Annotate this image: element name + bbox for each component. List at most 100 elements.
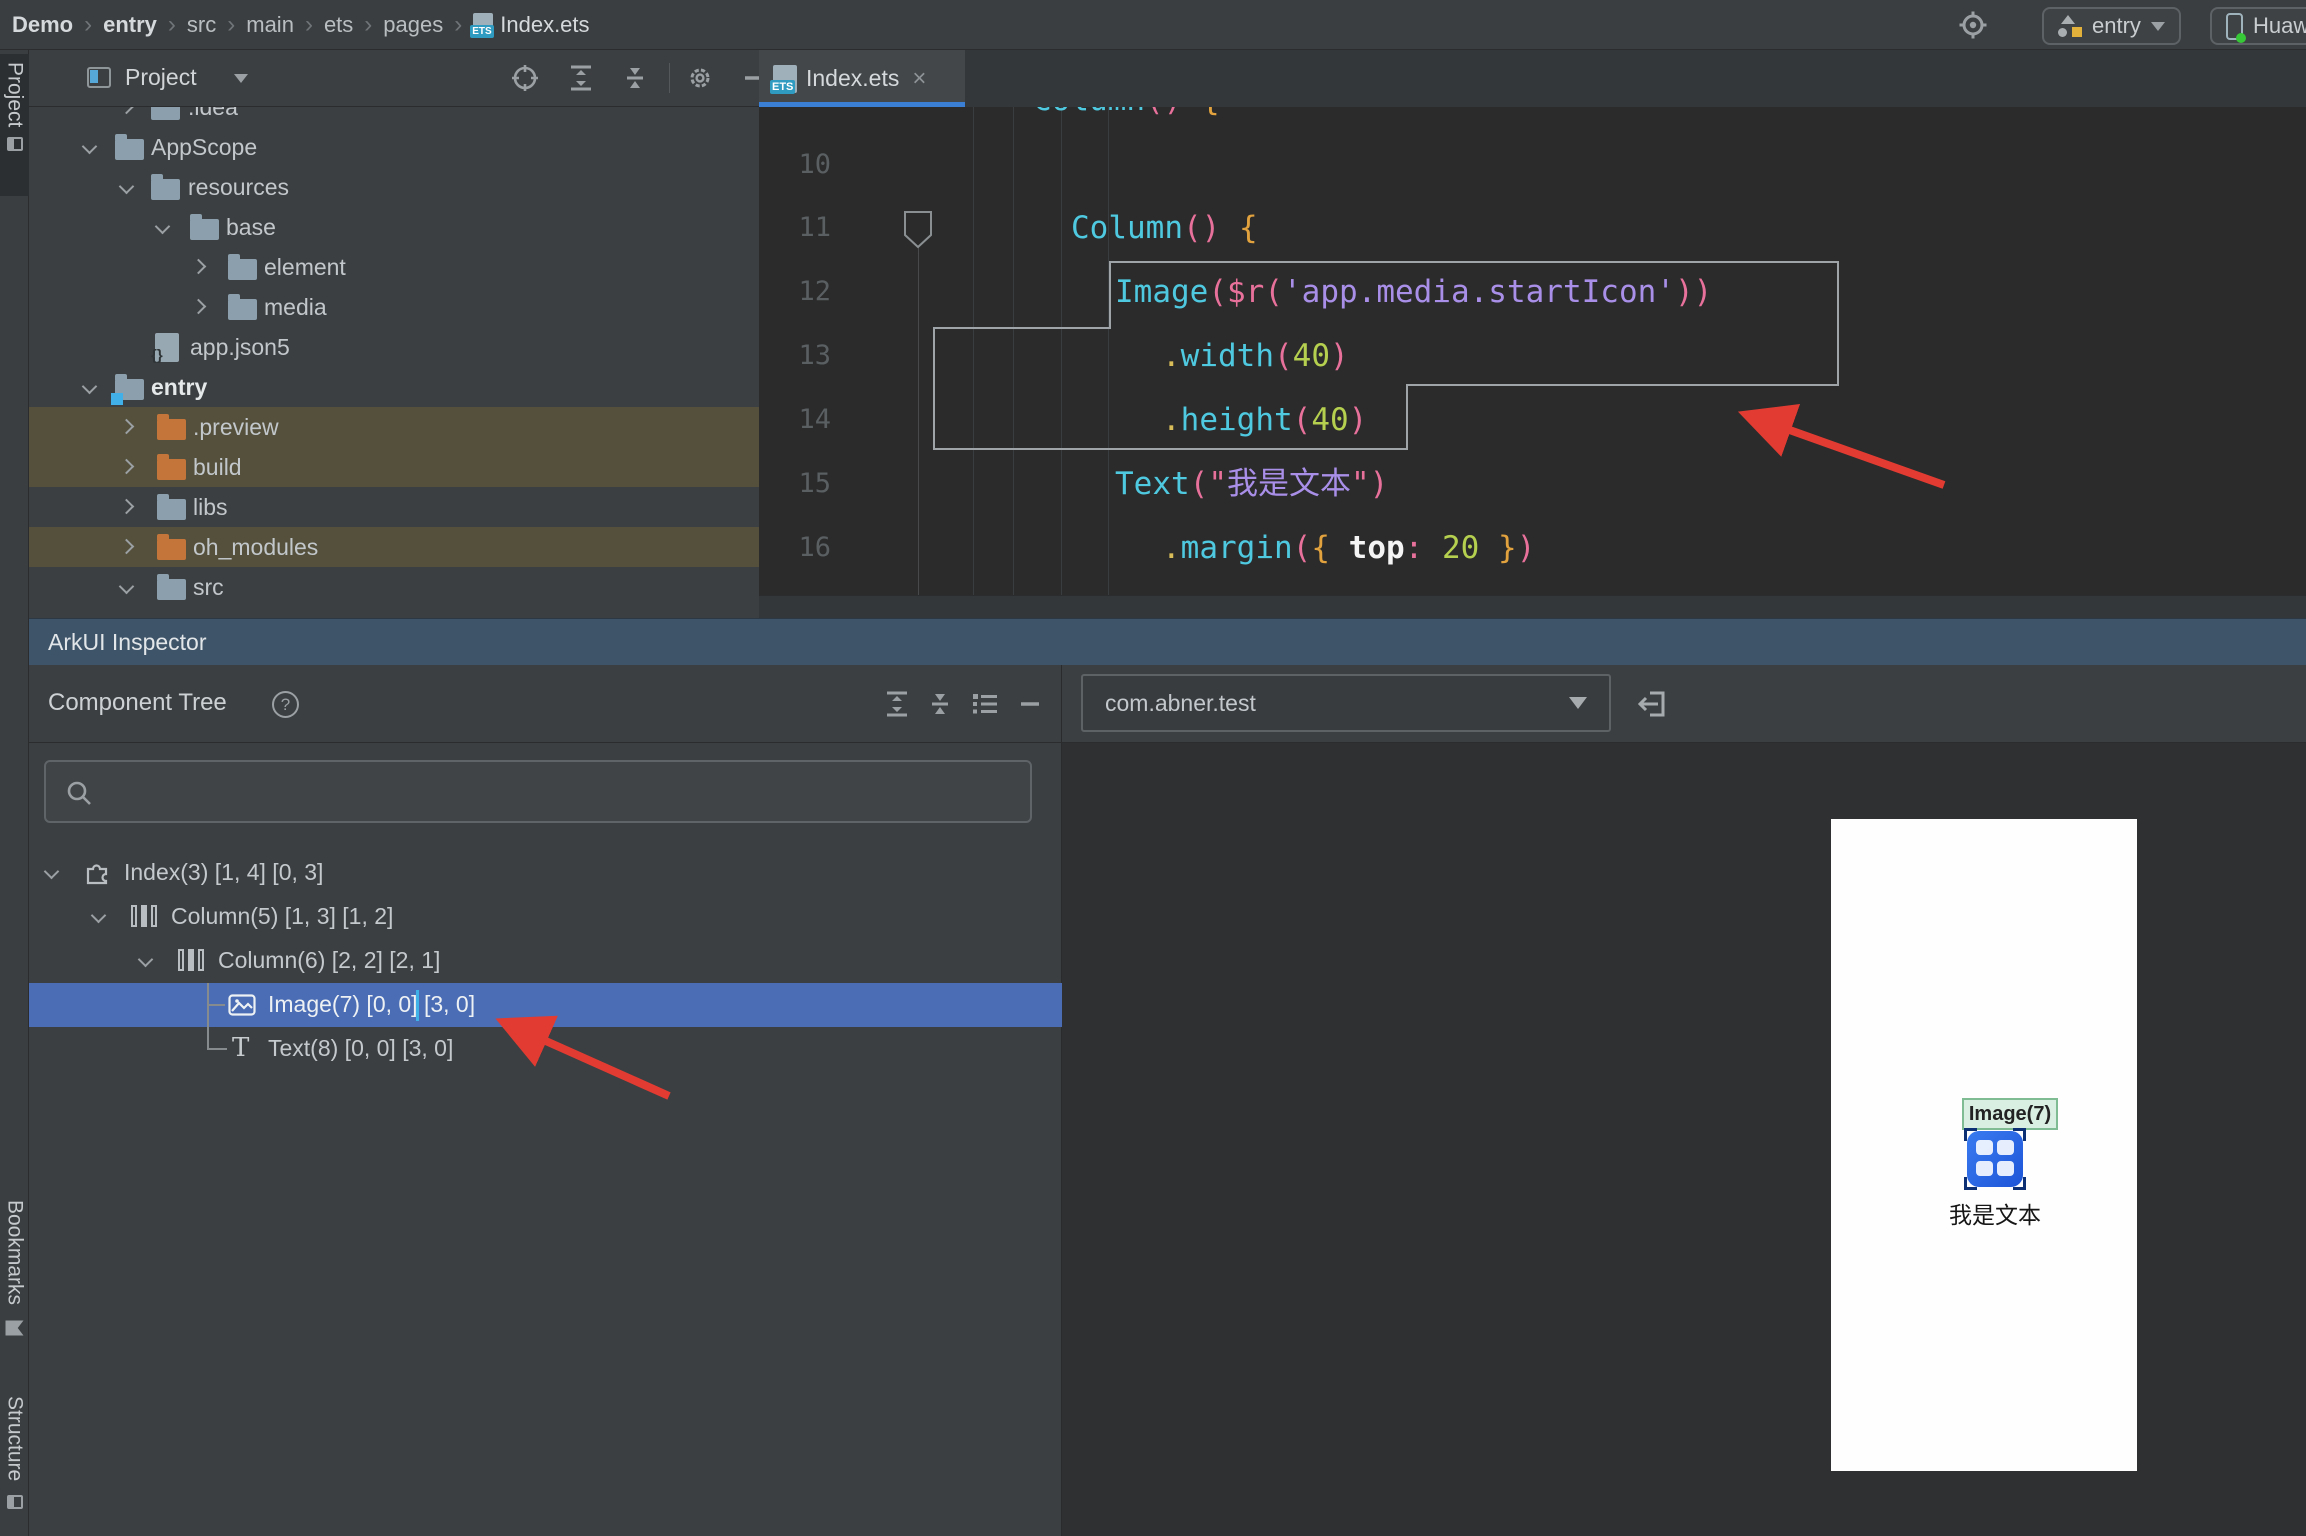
text-caret — [416, 990, 419, 1021]
settings-gear-icon[interactable] — [1958, 10, 1988, 40]
tree-item-label: app.json5 — [190, 334, 290, 361]
collapse-all-icon[interactable] — [925, 689, 955, 719]
chevron-right-icon[interactable] — [119, 499, 135, 515]
run-config-selector[interactable]: entry — [2042, 7, 2181, 45]
breadcrumb-item[interactable]: entry — [103, 12, 157, 38]
project-tree-item-src[interactable]: src — [29, 567, 759, 607]
structure-strip-label: Structure — [3, 1396, 27, 1481]
chevron-down-icon[interactable] — [82, 139, 98, 155]
breadcrumb-item[interactable]: main — [246, 12, 294, 38]
chevron-down-icon[interactable] — [119, 179, 135, 195]
chevron-down-icon[interactable] — [82, 379, 98, 395]
code-line[interactable]: 10 — [759, 133, 2306, 197]
structure-icon — [7, 1495, 23, 1509]
tree-item-label: build — [193, 454, 242, 481]
project-tree-item-AppScope[interactable]: AppScope — [29, 127, 759, 167]
folder-icon — [115, 379, 144, 400]
chevron-right-icon[interactable] — [119, 419, 135, 435]
line-number: 14 — [759, 388, 831, 452]
breadcrumb-separator: › — [84, 11, 92, 39]
component-tree-row-image[interactable]: Image(7) [0, 0] [3, 0] — [29, 983, 1062, 1027]
component-tree-row-text[interactable]: TText(8) [0, 0] [3, 0] — [29, 1027, 1062, 1071]
search-input[interactable] — [44, 760, 1032, 823]
bookmark-icon — [6, 1321, 24, 1336]
project-tree-item-app-json5[interactable]: {}app.json5 — [29, 327, 759, 367]
component-tree-title: Component Tree — [48, 689, 227, 717]
tree-connector — [207, 983, 209, 1049]
code-editor[interactable]: Column() {1011Column() {12Image($r('app.… — [759, 107, 2306, 595]
project-view-chevron-icon[interactable] — [234, 74, 248, 83]
chevron-down-icon[interactable] — [155, 219, 171, 235]
preview-text-component[interactable]: 我是文本 — [1931, 1196, 2059, 1230]
expand-all-icon[interactable] — [566, 63, 596, 93]
tool-button-bookmarks[interactable]: Bookmarks — [0, 1200, 29, 1337]
project-tree-item-media[interactable]: media — [29, 287, 759, 327]
selection-corner — [2013, 1177, 2026, 1190]
expand-all-icon[interactable] — [882, 689, 912, 719]
component-tree-row-column[interactable]: Column(6) [2, 2] [2, 1] — [29, 939, 1062, 983]
breadcrumb-separator: › — [454, 11, 462, 39]
hide-panel-icon[interactable] — [1015, 689, 1045, 719]
breadcrumb-item[interactable]: pages — [383, 12, 443, 38]
project-tree-item-libs[interactable]: libs — [29, 487, 759, 527]
code-line[interactable]: 15Text("我是文本") — [759, 452, 2306, 516]
ets-file-icon: ETS — [473, 13, 493, 37]
component-tree-row-column[interactable]: Column(5) [1, 3] [1, 2] — [29, 895, 1062, 939]
code-line[interactable]: 12Image($r('app.media.startIcon')) — [759, 260, 2306, 324]
breadcrumb-item[interactable]: src — [187, 12, 216, 38]
code-line[interactable]: 13.width(40) — [759, 324, 2306, 388]
breadcrumb-item[interactable]: Demo — [12, 12, 73, 38]
folder-icon — [157, 419, 186, 440]
code-line[interactable]: 11Column() { — [759, 196, 2306, 260]
component-tree-row-index[interactable]: Index(3) [1, 4] [0, 3] — [29, 851, 1062, 895]
project-panel-header: Project — [29, 50, 759, 107]
chevron-right-icon[interactable] — [191, 299, 207, 315]
package-select[interactable]: com.abner.test — [1081, 674, 1611, 732]
tool-button-structure[interactable]: Structure — [0, 1396, 29, 1509]
project-panel-title[interactable]: Project — [125, 64, 197, 91]
project-tree-item-oh-modules[interactable]: oh_modules — [29, 527, 759, 567]
project-tree-item--preview[interactable]: .preview — [29, 407, 759, 447]
arkui-inspector-titlebar[interactable]: ArkUI Inspector — [29, 618, 2306, 665]
collapse-all-icon[interactable] — [620, 63, 650, 93]
breadcrumb-file[interactable]: ETSIndex.ets — [473, 12, 589, 38]
list-view-icon[interactable] — [970, 689, 1000, 719]
chevron-right-icon[interactable] — [119, 107, 135, 114]
chevron-down-icon[interactable] — [138, 952, 154, 968]
close-icon[interactable]: × — [912, 65, 926, 93]
editor-bottom-strip — [759, 595, 2306, 618]
tool-button-project[interactable]: Project — [0, 54, 29, 196]
project-tree-item-base[interactable]: base — [29, 207, 759, 247]
chevron-right-icon[interactable] — [119, 459, 135, 475]
project-tree-item-element[interactable]: element — [29, 247, 759, 287]
chevron-down-icon[interactable] — [44, 864, 60, 880]
breadcrumb[interactable]: Demo›entry›src›main›ets›pages›ETSIndex.e… — [12, 0, 590, 50]
tree-connector — [207, 1004, 225, 1006]
gear-icon[interactable] — [685, 63, 715, 93]
code-line[interactable]: 16.margin({ top: 20 }) — [759, 516, 2306, 580]
locate-file-icon[interactable] — [510, 63, 540, 93]
selection-corner — [1964, 1177, 1977, 1190]
tab-index-ets[interactable]: ETS Index.ets × — [759, 50, 965, 107]
bookmarks-strip-label: Bookmarks — [3, 1200, 27, 1305]
export-icon[interactable] — [1634, 686, 1670, 722]
chevron-right-icon[interactable] — [119, 539, 135, 555]
chevron-down-icon[interactable] — [119, 579, 135, 595]
chevron-right-icon[interactable] — [191, 259, 207, 275]
project-tree-item-build[interactable]: build — [29, 447, 759, 487]
code-line[interactable]: 14.height(40) — [759, 388, 2306, 452]
help-icon[interactable]: ? — [272, 691, 299, 718]
device-selector[interactable]: Huaw — [2210, 7, 2306, 45]
code-line[interactable]: Column() { — [759, 107, 2306, 132]
column-component-icon — [131, 905, 157, 927]
project-tree-item--idea[interactable]: .idea — [29, 107, 759, 127]
breadcrumb-item[interactable]: ets — [324, 12, 353, 38]
ets-file-icon: ETS — [773, 65, 797, 93]
selection-corner — [1964, 1128, 1977, 1141]
project-tree-item-entry[interactable]: entry — [29, 367, 759, 407]
breadcrumb-separator: › — [305, 11, 313, 39]
breadcrumb-separator: › — [227, 11, 235, 39]
project-tree-item-resources[interactable]: resources — [29, 167, 759, 207]
tree-item-label: element — [264, 254, 346, 281]
chevron-down-icon[interactable] — [91, 908, 107, 924]
